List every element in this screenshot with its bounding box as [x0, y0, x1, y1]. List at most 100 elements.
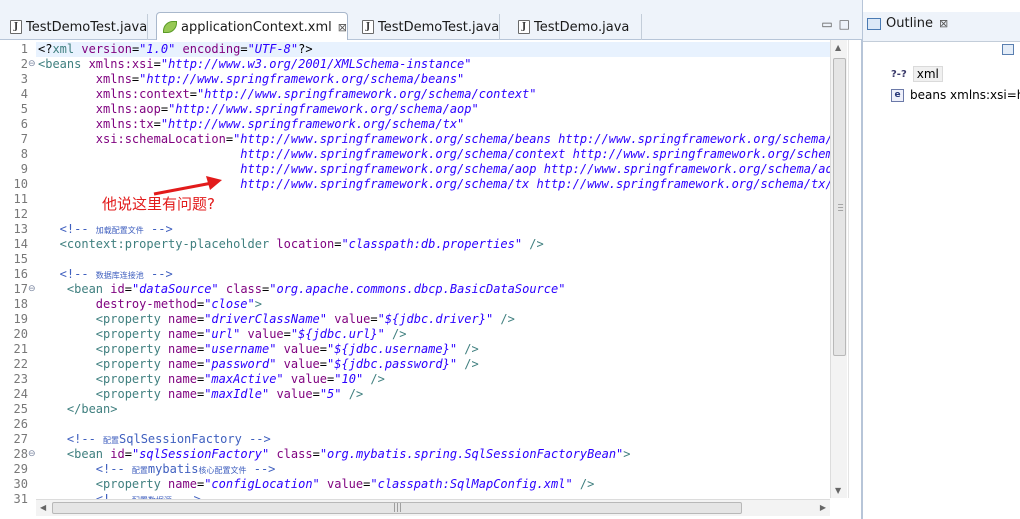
maximize-icon[interactable]: □ [839, 17, 856, 31]
code-line[interactable]: <!-- 加载配置文件 --> [38, 222, 173, 237]
collapse-all-icon[interactable] [1002, 44, 1014, 55]
code-line[interactable]: <property name="maxActive" value="10" /> [38, 372, 385, 387]
line-number: 20 [13, 327, 28, 341]
code-line[interactable]: <!-- 配置SqlSessionFactory --> [38, 432, 271, 447]
minimize-icon[interactable]: ▭ [821, 17, 838, 31]
close-icon[interactable]: ⊠ [939, 17, 948, 30]
java-file-icon: J [518, 20, 530, 34]
code-line[interactable]: <property name="configLocation" value="c… [38, 477, 595, 492]
line-number: 22 [13, 357, 28, 371]
xml-editor[interactable]: 1 2 3 4 5 6 7 8 9 10 11 12 13 14 15 16 17 18 19 20 21 22 23 24 2… [0, 40, 862, 519]
code-line[interactable]: <?xml version="1.0" encoding="UTF-8"?> [38, 42, 313, 57]
code-token: /> [572, 477, 595, 491]
code-token: = [225, 132, 234, 146]
code-line[interactable]: xmlns="http://www.springframework.org/sc… [38, 72, 464, 87]
close-icon[interactable]: ⊠ [338, 21, 347, 34]
horizontal-scrollbar[interactable]: ◀ ||| ▶ [36, 499, 830, 516]
code-token: "http://www.springframework.org/schema/t… [160, 117, 465, 131]
line-number: 14 [13, 237, 28, 251]
code-line[interactable]: <bean id="dataSource" class="org.apache.… [38, 282, 566, 297]
code-line[interactable]: <!-- 数据库连接池 --> [38, 267, 173, 282]
fold-toggle-icon[interactable]: ⊖ [28, 282, 36, 297]
code-line[interactable]: http://www.springframework.org/schema/co… [38, 147, 830, 162]
code-token: <property [38, 372, 161, 386]
code-token: <property [38, 312, 161, 326]
line-number: 30 [13, 477, 28, 491]
code-line[interactable]: <property name="username" value="${jdbc.… [38, 342, 479, 357]
code-area[interactable]: <?xml version="1.0" encoding="UTF-8"?> <b… [38, 40, 830, 500]
scroll-up-icon[interactable]: ▲ [835, 43, 841, 52]
code-line[interactable]: destroy-method="close"> [38, 297, 262, 312]
code-token: = [240, 42, 248, 56]
code-token: "${jdbc.password}" [327, 357, 458, 371]
code-token: "classpath:db.properties" [341, 237, 523, 251]
code-line[interactable]: <bean id="sqlSessionFactory" class="org.… [38, 447, 631, 462]
tab-label: TestDemoTest.java [26, 19, 148, 35]
code-token: <!-- [38, 432, 104, 446]
tab-outline[interactable]: Outline ⊠ [867, 16, 948, 31]
code-token: version [74, 42, 132, 56]
line-number: 29 [13, 462, 28, 476]
code-token: <context:property-placeholder [38, 237, 270, 251]
code-token: location [269, 237, 335, 251]
tab-testdemo-java[interactable]: J TestDemo.java [512, 14, 642, 40]
code-token: "UTF-8" [247, 42, 299, 56]
code-token: value [283, 372, 328, 386]
code-line[interactable]: xmlns:context="http://www.springframewor… [38, 87, 537, 102]
code-token: id [103, 282, 125, 296]
fold-toggle-icon[interactable]: ⊖ [28, 57, 36, 72]
code-token: "http://www.springframework.org/schema/c… [196, 87, 537, 101]
code-token: /> [457, 357, 479, 371]
grip-icon: ||| [393, 503, 403, 513]
code-token: "username" [204, 342, 277, 356]
code-token: name [160, 357, 197, 371]
tab-applicationcontext-xml[interactable]: applicationContext.xml ⊠ [156, 12, 348, 41]
code-line[interactable]: xmlns:aop="http://www.springframework.or… [38, 102, 479, 117]
code-token: <beans [38, 57, 82, 71]
horizontal-scroll-thumb[interactable]: ||| [52, 502, 742, 514]
code-token: "org.mybatis.spring.SqlSessionFactoryBea… [319, 447, 624, 461]
code-token: "sqlSessionFactory" [131, 447, 270, 461]
code-token: > [254, 297, 262, 311]
code-line[interactable]: <beans xmlns:xsi="http://www.w3.org/2001… [38, 57, 472, 72]
outline-item-label: beans xmlns:xsi=ht [910, 88, 1020, 102]
outline-item-beans[interactable]: e beans xmlns:xsi=ht [891, 88, 1020, 102]
line-number-gutter: 1 2 3 4 5 6 7 8 9 10 11 12 13 14 15 16 17 18 19 20 21 22 23 24 2… [0, 40, 36, 506]
scroll-left-icon[interactable]: ◀ [40, 503, 46, 512]
scroll-right-icon[interactable]: ▶ [820, 503, 826, 512]
code-token: name [160, 372, 197, 386]
code-token: 核心配置文件 [198, 466, 247, 475]
scroll-down-icon[interactable]: ▼ [835, 486, 841, 495]
code-line[interactable]: </bean> [38, 402, 118, 417]
code-line[interactable]: <property name="maxIdle" value="5" /> [38, 387, 363, 402]
tab-label: applicationContext.xml [181, 19, 332, 35]
code-token: "maxIdle" [204, 387, 270, 401]
code-line[interactable]: xsi:schemaLocation="http://www.springfra… [38, 132, 830, 147]
line-number: 13 [13, 222, 28, 236]
line-number: 4 [20, 87, 28, 101]
code-token: class [269, 447, 313, 461]
fold-toggle-icon[interactable]: ⊖ [28, 447, 36, 462]
editor-tab-bar: J TestDemoTest.java applicationContext.x… [0, 0, 862, 41]
code-token: value [276, 342, 320, 356]
tab-testdemotest-java-1[interactable]: J TestDemoTest.java [4, 14, 149, 40]
code-token: destroy-method [38, 297, 197, 311]
code-line[interactable]: <!-- 配置mybatis核心配置文件 --> [38, 462, 276, 477]
code-token: value [269, 387, 313, 401]
code-token: ?> [298, 42, 313, 56]
code-line[interactable]: xmlns:tx="http://www.springframework.org… [38, 117, 464, 132]
code-token: xmlns:tx [38, 117, 154, 131]
code-line[interactable]: <property name="driverClassName" value="… [38, 312, 515, 327]
code-token: "${jdbc.driver}" [377, 312, 494, 326]
code-token: "http://www.w3.org/2001/XMLSchema-instan… [160, 57, 472, 71]
vertical-scroll-thumb[interactable]: − − − [833, 58, 846, 356]
code-token: = [160, 102, 169, 116]
code-line[interactable]: <property name="password" value="${jdbc.… [38, 357, 479, 372]
code-token: xmlns [38, 72, 132, 86]
tab-testdemotest-java-2[interactable]: J TestDemoTest.java [356, 14, 501, 40]
outline-item-xml[interactable]: ?-? xml [891, 66, 943, 82]
code-line[interactable]: <property name="url" value="${jdbc.url}"… [38, 327, 407, 342]
code-token: <property [38, 327, 161, 341]
code-line[interactable]: <context:property-placeholder location="… [38, 237, 544, 252]
vertical-scrollbar[interactable]: ▲ − − − ▼ [830, 40, 847, 498]
